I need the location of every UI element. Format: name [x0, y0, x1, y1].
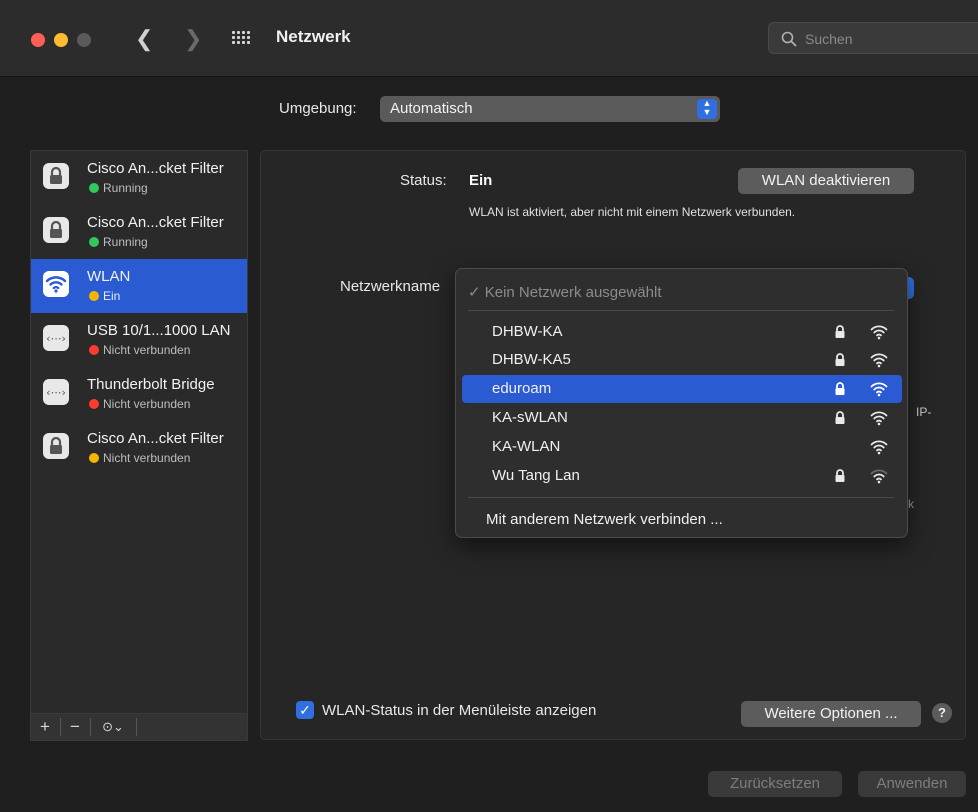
- status-dot: [89, 453, 99, 463]
- lock-icon: [43, 163, 69, 189]
- service-list: Cisco An...cket Filter Running Cisco An.…: [30, 150, 248, 714]
- wifi-signal-icon: [870, 325, 888, 340]
- checkmark-icon: ✓: [299, 702, 311, 718]
- network-item-wu-tang-lan[interactable]: Wu Tang Lan: [462, 462, 902, 490]
- network-item-ka-wlan[interactable]: KA-WLAN: [462, 433, 902, 461]
- join-other-network-item[interactable]: Mit anderem Netzwerk verbinden ...: [486, 511, 723, 528]
- chevron-left-icon: ❮: [135, 26, 154, 51]
- wifi-signal-icon: [870, 440, 888, 455]
- title-bar: ❮ ❯ Netzwerk: [0, 0, 978, 77]
- menu-divider: [468, 497, 894, 498]
- network-item-ka-swlan[interactable]: KA-sWLAN: [462, 404, 902, 432]
- location-value: Automatisch: [390, 100, 473, 117]
- search-input[interactable]: [803, 28, 967, 50]
- service-name: WLAN: [87, 268, 131, 285]
- service-status: Nicht verbunden: [103, 451, 191, 465]
- close-window-button[interactable]: [31, 33, 45, 47]
- status-dot: [89, 399, 99, 409]
- service-status: Running: [103, 235, 148, 249]
- forward-button[interactable]: ❯: [184, 26, 202, 52]
- apply-button[interactable]: Anwenden: [858, 771, 966, 797]
- network-name: KA-WLAN: [492, 438, 561, 455]
- status-dot: [89, 183, 99, 193]
- toolbar-divider: [136, 718, 137, 736]
- wifi-signal-icon: [870, 411, 888, 426]
- network-name: KA-sWLAN: [492, 409, 568, 426]
- network-name: Wu Tang Lan: [492, 467, 580, 484]
- service-status: Nicht verbunden: [103, 343, 191, 357]
- status-dot: [89, 291, 99, 301]
- location-select[interactable]: Automatisch ▲ ▼: [380, 96, 720, 122]
- lock-icon: [835, 469, 845, 482]
- wifi-signal-icon: [870, 353, 888, 368]
- menu-divider: [468, 310, 894, 311]
- network-name: DHBW-KA: [492, 323, 563, 340]
- service-item-usb-lan[interactable]: ‹⋯› USB 10/1...1000 LAN Nicht verbunden: [31, 313, 247, 367]
- add-service-button[interactable]: +: [31, 714, 59, 740]
- partially-hidden-text: IP-: [916, 405, 932, 419]
- lock-icon: [43, 433, 69, 459]
- network-name-dropdown-menu: ✓ Kein Netzwerk ausgewählt DHBW-KA DHBW-…: [455, 268, 908, 538]
- lock-icon: [835, 411, 845, 424]
- network-name: eduroam: [492, 380, 552, 397]
- status-dot: [89, 237, 99, 247]
- chevron-right-icon: ❯: [184, 26, 203, 51]
- wifi-signal-icon: [870, 382, 888, 397]
- window-title: Netzwerk: [276, 27, 351, 46]
- status-description: WLAN ist aktiviert, aber nicht mit einem…: [469, 205, 796, 219]
- lock-icon: [835, 325, 845, 338]
- select-stepper-icon: ▲ ▼: [697, 99, 717, 119]
- service-status: Nicht verbunden: [103, 397, 191, 411]
- show-wlan-status-checkbox[interactable]: ✓: [296, 701, 314, 719]
- service-actions-menu-button[interactable]: ⊙⌄: [91, 714, 135, 740]
- status-dot: [89, 345, 99, 355]
- service-item-wlan[interactable]: WLAN Ein: [31, 259, 247, 313]
- service-list-toolbar: + − ⊙⌄: [30, 713, 248, 741]
- svg-text:‹⋯›: ‹⋯›: [46, 386, 66, 399]
- show-wlan-status-label: WLAN-Status in der Menüleiste anzeigen: [322, 702, 597, 719]
- service-name: Thunderbolt Bridge: [87, 376, 215, 393]
- revert-button[interactable]: Zurücksetzen: [708, 771, 842, 797]
- lock-icon: [43, 217, 69, 243]
- search-icon: [781, 31, 797, 47]
- network-item-eduroam[interactable]: eduroam: [462, 375, 902, 403]
- status-value: Ein: [469, 172, 493, 189]
- location-label: Umgebung:: [279, 100, 357, 117]
- service-name: Cisco An...cket Filter: [87, 430, 224, 447]
- ethernet-icon: ‹⋯›: [43, 379, 69, 405]
- wlan-deactivate-button[interactable]: WLAN deaktivieren: [738, 168, 914, 194]
- wifi-signal-weak-icon: [870, 469, 888, 484]
- back-button[interactable]: ❮: [135, 26, 153, 52]
- status-label: Status:: [400, 172, 447, 189]
- wifi-icon: [43, 271, 69, 297]
- search-field[interactable]: [768, 22, 978, 54]
- show-all-grid-icon[interactable]: [232, 31, 250, 45]
- svg-text:‹⋯›: ‹⋯›: [46, 332, 66, 345]
- network-name-label: Netzwerkname: [340, 278, 441, 295]
- network-name: DHBW-KA5: [492, 351, 571, 368]
- service-item-cisco-2[interactable]: Cisco An...cket Filter Running: [31, 205, 247, 259]
- minimize-window-button[interactable]: [54, 33, 68, 47]
- service-status: Ein: [103, 289, 121, 303]
- network-item-dhbw-ka5[interactable]: DHBW-KA5: [462, 346, 902, 374]
- service-status: Running: [103, 181, 148, 195]
- ethernet-icon: ‹⋯›: [43, 325, 69, 351]
- service-name: USB 10/1...1000 LAN: [87, 322, 231, 339]
- zoom-window-button[interactable]: [77, 33, 91, 47]
- service-name: Cisco An...cket Filter: [87, 214, 224, 231]
- partially-hidden-text: k: [908, 497, 914, 511]
- service-name: Cisco An...cket Filter: [87, 160, 224, 177]
- service-item-cisco-3[interactable]: Cisco An...cket Filter Nicht verbunden: [31, 421, 247, 475]
- advanced-options-button[interactable]: Weitere Optionen ...: [741, 701, 921, 727]
- lock-icon: [835, 382, 845, 395]
- service-item-thunderbolt-bridge[interactable]: ‹⋯› Thunderbolt Bridge Nicht verbunden: [31, 367, 247, 421]
- service-item-cisco-1[interactable]: Cisco An...cket Filter Running: [31, 151, 247, 205]
- remove-service-button[interactable]: −: [61, 714, 89, 740]
- lock-icon: [835, 353, 845, 366]
- no-network-selected-item[interactable]: ✓ Kein Netzwerk ausgewählt: [468, 283, 662, 301]
- network-item-dhbw-ka[interactable]: DHBW-KA: [462, 318, 902, 346]
- help-button[interactable]: ?: [932, 703, 952, 723]
